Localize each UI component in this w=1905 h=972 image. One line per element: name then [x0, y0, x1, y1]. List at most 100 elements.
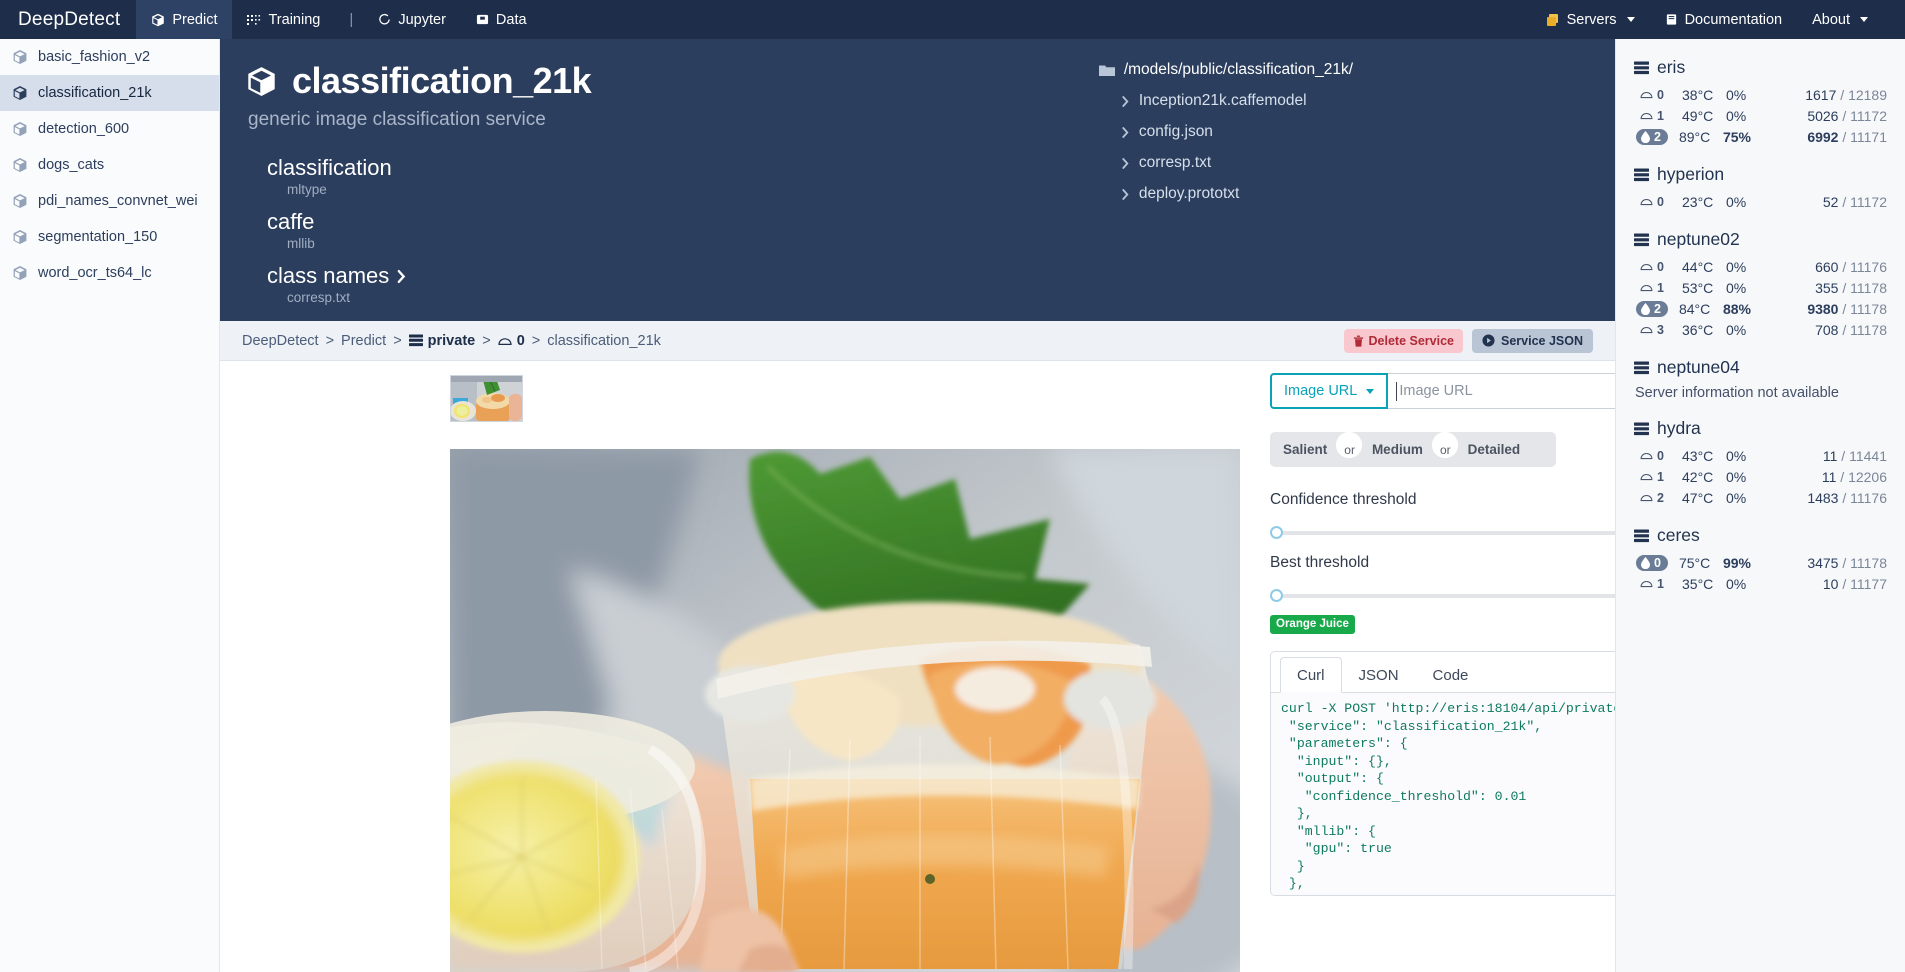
gpu-row: 1 42°C 0% 11 / 12206 — [1634, 466, 1887, 487]
cube-icon — [12, 229, 28, 245]
gpu-temperature: 38°C — [1682, 86, 1714, 103]
gpu-temperature: 89°C — [1678, 128, 1711, 145]
circle-icon — [378, 13, 391, 26]
breadcrumb-section[interactable]: Predict — [341, 333, 386, 349]
gpu-row: 1 49°C 0% 5026 / 11172 — [1634, 105, 1887, 126]
sidebar-item-segmentation_150[interactable]: segmentation_150 — [0, 219, 219, 255]
nav-item-about[interactable]: About — [1797, 0, 1883, 39]
chevron-right-icon[interactable] — [396, 269, 407, 284]
cube-icon — [245, 65, 278, 98]
gpu-memory: 1483 / 11176 — [1807, 489, 1887, 506]
repository-path: /models/public/classification_21k/ — [1098, 61, 1353, 79]
sidebar-item-classification_21k[interactable]: classification_21k — [0, 75, 219, 111]
server-name[interactable]: hyperion — [1634, 164, 1887, 185]
chevron-down-icon — [1860, 17, 1868, 22]
input-mode-dropdown[interactable]: Image URL — [1270, 373, 1389, 409]
gpu-row-busy: 2 89°C 75% 6992 / 11171 — [1634, 126, 1887, 147]
gpu-busy-badge: 2 — [1636, 300, 1668, 317]
app-brand[interactable]: DeepDetect — [0, 0, 136, 39]
service-title-text: classification_21k — [292, 60, 592, 101]
repository-file[interactable]: deploy.prototxt — [1121, 185, 1353, 203]
nav-item-data[interactable]: Data — [461, 0, 542, 39]
detail-level-or: or — [1431, 432, 1458, 458]
servers-icon — [1634, 168, 1649, 182]
gpu-utilization: 0% — [1726, 279, 1747, 296]
gpu-icon-label: 0 — [1634, 260, 1678, 274]
breadcrumb-server[interactable]: private — [408, 333, 475, 349]
sidebar-item-detection_600[interactable]: detection_600 — [0, 111, 219, 147]
gpu-utilization: 0% — [1726, 321, 1747, 338]
gpu-row: 0 43°C 0% 11 / 11441 — [1634, 445, 1887, 466]
gpu-memory: 6992 / 11171 — [1807, 128, 1887, 145]
gpu-icon-label: 1 — [1634, 281, 1678, 295]
gpu-utilization: 0% — [1726, 107, 1747, 124]
nav-item-jupyter[interactable]: Jupyter — [363, 0, 461, 39]
detail-level-medium[interactable]: Medium — [1359, 442, 1436, 457]
image-thumbnail[interactable] — [450, 375, 523, 422]
sidebar-item-basic_fashion_v2[interactable]: basic_fashion_v2 — [0, 39, 219, 75]
server-unavailable-message: Server information not available — [1635, 385, 1839, 401]
repository-path-text: /models/public/classification_21k/ — [1123, 61, 1353, 78]
cube-icon — [151, 13, 165, 27]
repository-file-name: config.json — [1138, 123, 1213, 140]
service-property-value: classification — [267, 155, 392, 180]
detail-level-selector[interactable]: Salient or Medium or Detailed — [1270, 432, 1556, 467]
delete-service-button[interactable]: Delete Service — [1343, 328, 1463, 353]
server-group-neptune02: neptune02 0 44°C 0% 660 / 11176 1 53°C 0… — [1634, 229, 1887, 340]
breadcrumb-root[interactable]: DeepDetect — [242, 333, 319, 349]
nav-label: Servers — [1566, 11, 1617, 28]
nav-item-documentation[interactable]: Documentation — [1650, 0, 1798, 39]
server-name[interactable]: eris — [1634, 57, 1887, 78]
prediction-image[interactable] — [450, 449, 1240, 972]
slider-handle[interactable] — [1270, 526, 1283, 539]
cube-icon — [12, 121, 28, 137]
nav-label: Training — [268, 11, 321, 28]
gpu-icon-label: 3 — [1634, 323, 1678, 337]
gpu-temperature: 47°C — [1682, 489, 1714, 506]
gpu-memory: 1617 / 12189 — [1805, 86, 1887, 103]
breadcrumb-gpu[interactable]: 0 — [498, 333, 525, 349]
tab-code[interactable]: Code — [1416, 657, 1486, 693]
gpu-memory: 708 / 11178 — [1815, 321, 1887, 338]
service-property-class-names[interactable]: class names corresp.txt — [267, 263, 591, 305]
gpu-memory: 11 / 12206 — [1821, 468, 1887, 485]
sidebar-item-dogs_cats[interactable]: dogs_cats — [0, 147, 219, 183]
gpu-memory: 11 / 11441 — [1822, 447, 1887, 464]
gpu-memory: 660 / 11176 — [1815, 258, 1887, 275]
breadcrumb-separator: > — [325, 332, 335, 349]
gpu-utilization: 0% — [1726, 86, 1747, 103]
service-property-mllib: caffe mllib — [267, 209, 591, 251]
service-summary: classification_21k generic image classif… — [245, 60, 592, 317]
breadcrumb-bar: DeepDetect > Predict > private > 0 > cla… — [220, 321, 1615, 361]
repository-file-name: Inception21k.caffemodel — [1138, 92, 1307, 109]
tab-json[interactable]: JSON — [1342, 657, 1416, 693]
image-url-placeholder: Image URL — [1399, 383, 1473, 399]
nav-label: About — [1812, 11, 1850, 28]
gpu-row: 1 53°C 0% 355 / 11178 — [1634, 277, 1887, 298]
delete-service-label: Delete Service — [1368, 333, 1454, 348]
slider-handle[interactable] — [1270, 589, 1283, 602]
breadcrumb-separator: > — [531, 332, 541, 349]
server-name[interactable]: ceres — [1634, 525, 1887, 546]
sidebar-item-word_ocr_ts64_lc[interactable]: word_ocr_ts64_lc — [0, 255, 219, 291]
server-group-ceres: ceres 0 75°C 99% 3475 / 11178 1 35°C 0% … — [1634, 525, 1887, 594]
repository-file[interactable]: config.json — [1121, 123, 1353, 141]
server-name[interactable]: neptune02 — [1634, 229, 1887, 250]
server-name[interactable]: hydra — [1634, 418, 1887, 439]
detail-level-salient[interactable]: Salient — [1270, 442, 1340, 457]
tab-curl[interactable]: Curl — [1280, 657, 1342, 693]
thumbnail-strip — [450, 375, 523, 422]
gpu-row-busy: 0 75°C 99% 3475 / 11178 — [1634, 552, 1887, 573]
service-property-value[interactable]: class names — [267, 263, 591, 289]
service-json-button[interactable]: Service JSON — [1472, 328, 1593, 353]
detail-level-detailed[interactable]: Detailed — [1455, 442, 1534, 457]
repository-file[interactable]: corresp.txt — [1121, 154, 1353, 172]
repository-file[interactable]: Inception21k.caffemodel — [1121, 92, 1353, 110]
nav-item-training[interactable]: Training — [232, 0, 335, 39]
service-property-value: caffe — [267, 209, 315, 234]
servers-icon — [408, 334, 423, 347]
nav-item-servers[interactable]: Servers — [1531, 0, 1650, 39]
nav-item-predict[interactable]: Predict — [136, 0, 233, 39]
server-name[interactable]: neptune04 — [1634, 357, 1887, 378]
sidebar-item-pdi_names_convnet[interactable]: pdi_names_convnet_wei — [0, 183, 219, 219]
